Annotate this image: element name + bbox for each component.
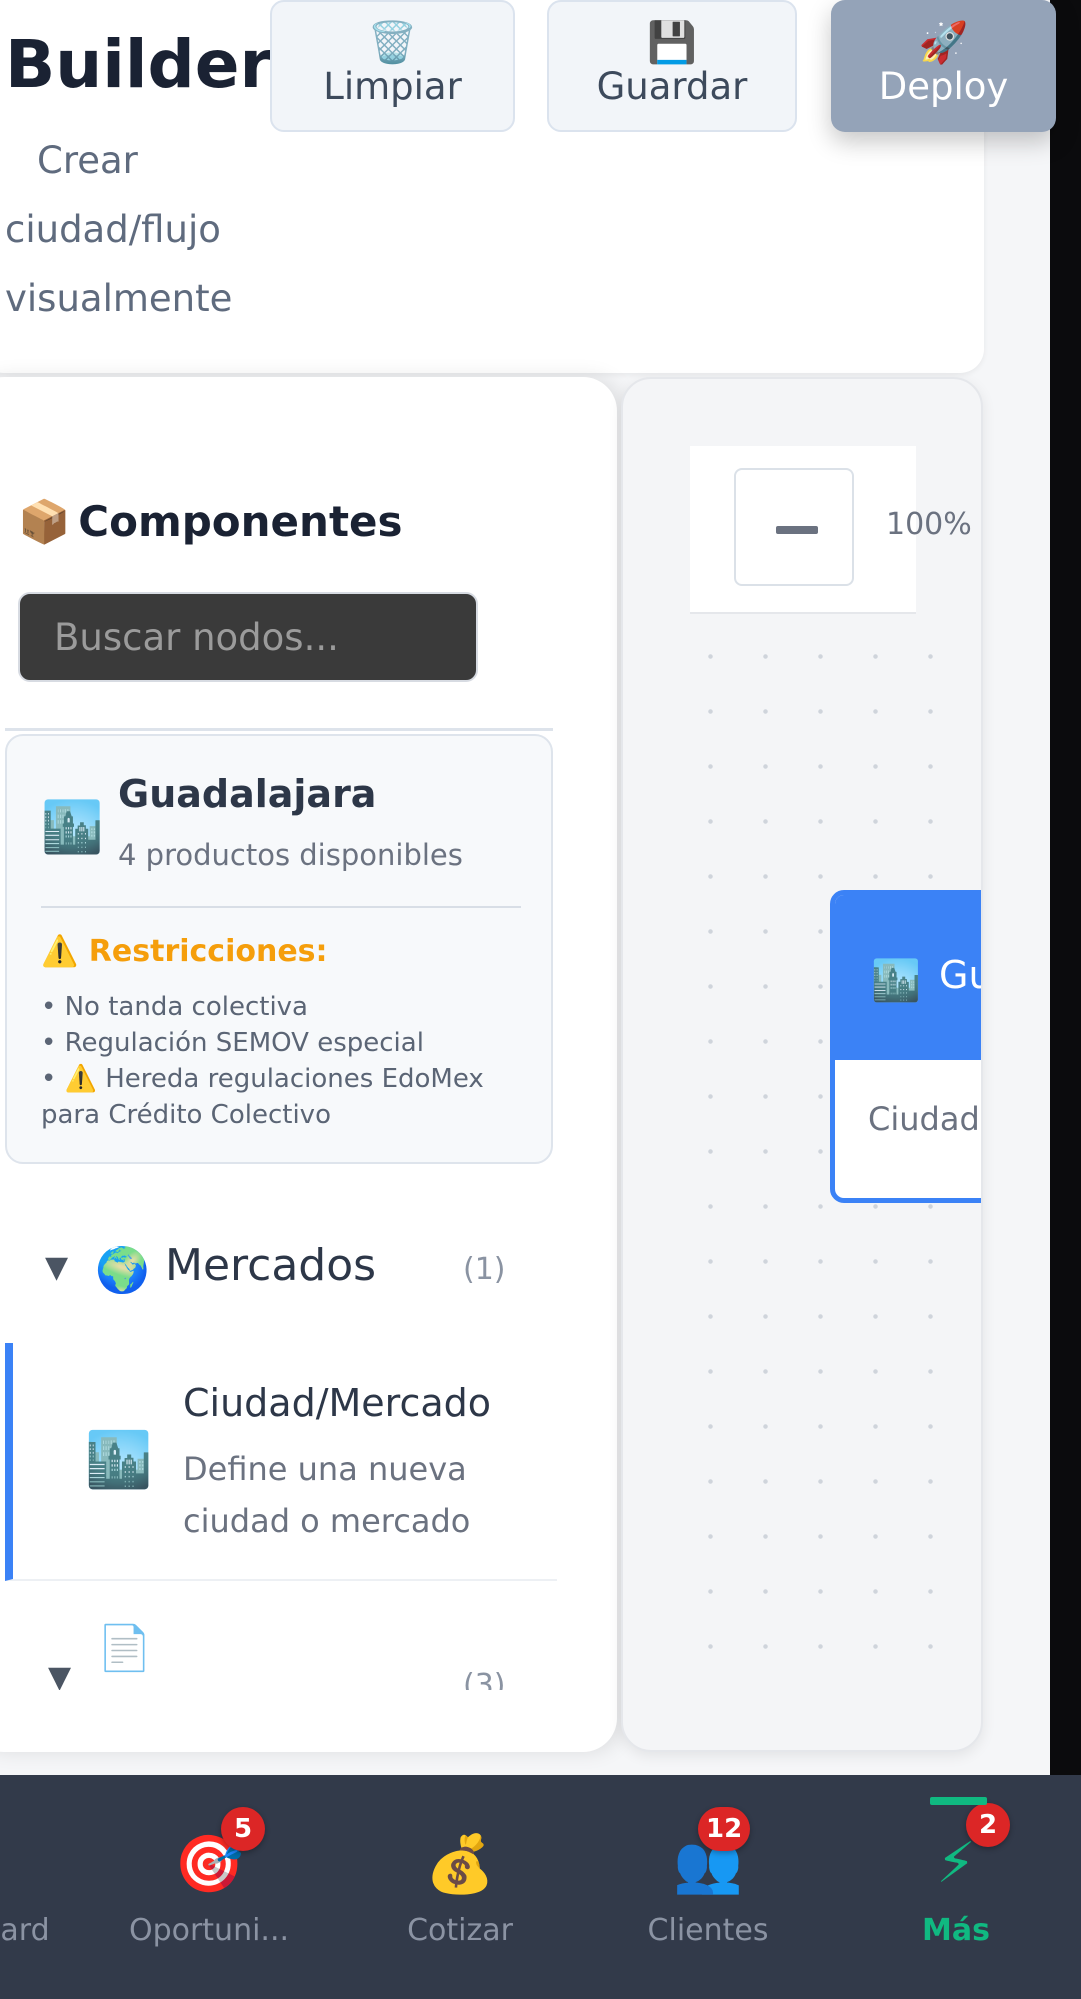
divider bbox=[41, 906, 521, 908]
nav-label: Más bbox=[922, 1913, 990, 1948]
node-title: Ciudad/Mercado bbox=[183, 1381, 492, 1425]
category-label: Mercados bbox=[165, 1240, 377, 1291]
clear-button-label: Limpiar bbox=[323, 65, 462, 108]
document-icon: 📄 bbox=[97, 1623, 152, 1674]
floppy-disk-icon: 💾 bbox=[647, 20, 697, 66]
city-name: Guadalajara bbox=[118, 772, 377, 816]
save-button[interactable]: 💾 Guardar bbox=[547, 0, 797, 132]
flow-canvas[interactable]: 🏙️ Gu Ciudad bbox=[621, 377, 983, 1752]
lightning-icon: ⚡ bbox=[936, 1831, 976, 1896]
notification-badge: 2 bbox=[966, 1803, 1010, 1847]
trash-icon: 🗑️ bbox=[367, 20, 418, 66]
clear-button[interactable]: 🗑️ Limpiar bbox=[270, 0, 515, 132]
subtitle-line: Crear bbox=[37, 139, 138, 182]
screen-edge bbox=[1050, 0, 1081, 1775]
category-count: (1) bbox=[463, 1252, 506, 1287]
nav-label: ard bbox=[0, 1913, 50, 1948]
category-count: (3) bbox=[463, 1668, 506, 1690]
subtitle-line: visualmente bbox=[5, 277, 233, 320]
chevron-down-icon: ▼ bbox=[48, 1660, 72, 1690]
page-title: Builder bbox=[5, 26, 273, 103]
restrictions-title: ⚠️ Restricciones: bbox=[41, 934, 328, 969]
deploy-button[interactable]: 🚀 Deploy bbox=[831, 0, 1056, 132]
minus-icon bbox=[776, 526, 818, 534]
active-tab-indicator bbox=[930, 1797, 987, 1805]
nav-item-oportunidades[interactable]: 🎯 Oportuni... 5 bbox=[119, 1775, 299, 1999]
restriction-item: • No tanda colectiva bbox=[41, 992, 308, 1022]
nav-item-mas[interactable]: ⚡ Más 2 bbox=[866, 1775, 1046, 1999]
restrictions-list: • No tanda colectiva • Regulación SEMOV … bbox=[41, 989, 531, 1133]
sidebar-title-text: Componentes bbox=[78, 497, 403, 546]
notification-badge: 12 bbox=[698, 1807, 751, 1851]
zoom-out-button[interactable] bbox=[734, 468, 854, 586]
sidebar-title: 📦 Componentes bbox=[18, 497, 403, 547]
notification-badge: 5 bbox=[221, 1807, 265, 1851]
flow-node-city[interactable]: 🏙️ Gu Ciudad bbox=[830, 890, 981, 1203]
city-info-card: 🏙️ Guadalajara 4 productos disponibles ⚠… bbox=[5, 734, 553, 1164]
chevron-down-icon: ▼ bbox=[45, 1250, 69, 1285]
package-icon: 📦 bbox=[18, 497, 71, 546]
rocket-icon: 🚀 bbox=[918, 20, 969, 66]
page-subtitle: Crear ciudad/flujo visualmente bbox=[5, 126, 255, 333]
nav-label: Cotizar bbox=[407, 1913, 513, 1948]
nav-item-dashboard[interactable]: ard bbox=[0, 1775, 90, 1999]
zoom-level: 100% bbox=[886, 507, 972, 542]
deploy-button-label: Deploy bbox=[878, 65, 1009, 108]
zoom-controls bbox=[690, 446, 916, 614]
nav-label: Oportuni... bbox=[128, 1913, 290, 1948]
divider bbox=[5, 728, 553, 731]
bottom-navigation: ard 🎯 Oportuni... 5 💰 Cotizar 👥 Clientes… bbox=[0, 1775, 1081, 1999]
target-icon: 🎯 bbox=[174, 1832, 244, 1897]
cityscape-icon: 🏙️ bbox=[85, 1428, 153, 1491]
cityscape-icon: 🏙️ bbox=[41, 798, 104, 856]
save-button-label: Guardar bbox=[596, 65, 748, 108]
money-bag-icon: 💰 bbox=[425, 1832, 495, 1897]
category-documents[interactable]: ▼ 📄 (3) bbox=[0, 1600, 560, 1690]
flow-node-body: Ciudad bbox=[868, 1100, 980, 1138]
city-product-count: 4 productos disponibles bbox=[118, 838, 463, 872]
category-mercados[interactable]: ▼ 🌍 Mercados (1) bbox=[45, 1240, 535, 1300]
globe-icon: 🌍 bbox=[95, 1245, 150, 1296]
flow-node-title: Gu bbox=[939, 953, 981, 997]
nav-item-clientes[interactable]: 👥 Clientes 12 bbox=[618, 1775, 798, 1999]
nav-label: Clientes bbox=[647, 1913, 769, 1948]
cityscape-icon: 🏙️ bbox=[871, 958, 921, 1004]
nav-item-cotizar[interactable]: 💰 Cotizar bbox=[370, 1775, 550, 1999]
flow-node-header: 🏙️ Gu bbox=[835, 895, 981, 1060]
search-nodes-input[interactable] bbox=[18, 592, 478, 682]
subtitle-line: ciudad/flujo bbox=[5, 208, 221, 251]
node-ciudad-mercado[interactable]: 🏙️ Ciudad/Mercado Define una nueva ciuda… bbox=[5, 1343, 557, 1581]
restriction-item: • ⚠️ Hereda regulaciones EdoMex para Cré… bbox=[41, 1064, 484, 1130]
restriction-item: • Regulación SEMOV especial bbox=[41, 1028, 424, 1058]
node-description: Define una nueva ciudad o mercado bbox=[183, 1450, 471, 1540]
